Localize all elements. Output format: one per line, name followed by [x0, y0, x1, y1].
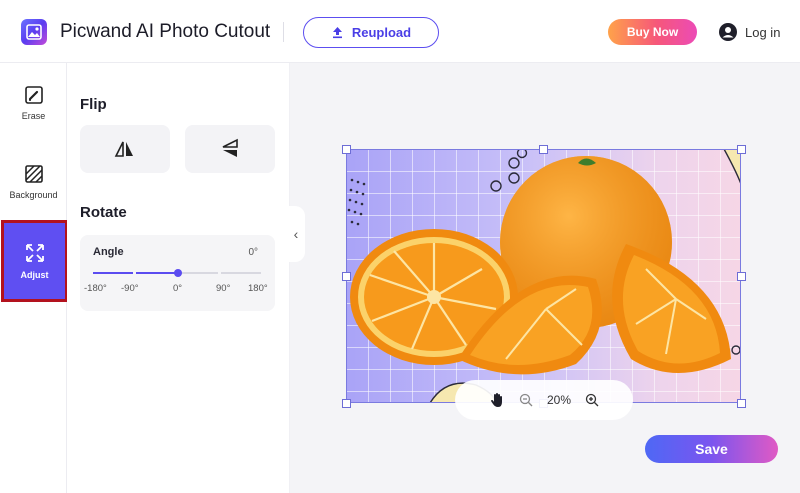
buy-now-button[interactable]: Buy Now: [608, 19, 697, 45]
top-header: Picwand AI Photo Cutout Reupload Buy Now…: [0, 0, 800, 63]
hand-pan-icon[interactable]: [489, 392, 505, 408]
selection-border: [346, 149, 741, 403]
collapse-panel-button[interactable]: ‹: [287, 206, 305, 262]
adjust-panel: Flip Rotate Angle 0° -180° -90° 0° 90° 1…: [67, 63, 290, 493]
resize-handle-top-right[interactable]: [737, 145, 746, 154]
angle-value: 0°: [248, 247, 258, 258]
slider-track-segment: [221, 272, 261, 274]
reupload-label: Reupload: [351, 25, 412, 40]
tool-adjust[interactable]: Adjust: [1, 220, 68, 302]
user-avatar-icon: [719, 23, 737, 41]
resize-handle-top[interactable]: [539, 145, 548, 154]
reupload-button[interactable]: Reupload: [303, 17, 439, 48]
eraser-icon: [24, 86, 43, 104]
flip-vertical-icon: [222, 138, 238, 157]
app-title: Picwand AI Photo Cutout: [60, 21, 271, 42]
zoom-in-icon[interactable]: [585, 393, 599, 407]
flip-section-title: Flip: [80, 96, 107, 113]
upload-icon: [332, 27, 342, 39]
angle-card: Angle 0° -180° -90° 0° 90° 180°: [80, 235, 275, 311]
angle-tick: -90°: [121, 283, 139, 294]
image-icon: [26, 24, 42, 40]
flip-vertical-button[interactable]: [185, 125, 275, 173]
resize-handle-left[interactable]: [342, 272, 351, 281]
resize-handle-bottom-right[interactable]: [737, 399, 746, 408]
resize-handle-top-left[interactable]: [342, 145, 351, 154]
slider-track-segment: [136, 272, 176, 274]
slider-track-segment: [93, 272, 133, 274]
expand-arrows-icon: [25, 244, 44, 262]
tool-adjust-label: Adjust: [20, 270, 49, 280]
background-pattern-icon: [24, 165, 43, 183]
login-button[interactable]: Log in: [719, 21, 780, 43]
tool-erase[interactable]: Erase: [0, 85, 67, 155]
angle-tick: 0°: [173, 283, 183, 294]
tool-erase-label: Erase: [21, 111, 46, 121]
tool-background-label: Background: [9, 190, 58, 200]
angle-tick: -180°: [84, 283, 107, 294]
header-divider: [283, 22, 284, 42]
tool-rail: Erase Background Adjust: [0, 63, 68, 493]
angle-tick: 180°: [248, 283, 268, 294]
flip-horizontal-button[interactable]: [80, 125, 170, 173]
chevron-left-icon: ‹: [293, 226, 299, 242]
save-button[interactable]: Save: [645, 435, 778, 463]
flip-horizontal-icon: [114, 141, 133, 157]
zoom-level: 20%: [546, 393, 572, 407]
zoom-out-icon[interactable]: [519, 393, 533, 407]
resize-handle-bottom-left[interactable]: [342, 399, 351, 408]
rotate-section-title: Rotate: [80, 204, 127, 221]
resize-handle-right[interactable]: [737, 272, 746, 281]
slider-thumb[interactable]: [174, 269, 182, 277]
angle-label: Angle: [93, 246, 124, 258]
slider-track-segment: [179, 272, 218, 274]
app-logo: [21, 19, 47, 45]
zoom-toolbar: 20%: [455, 380, 633, 420]
angle-tick: 90°: [216, 283, 231, 294]
login-label: Log in: [745, 24, 781, 40]
